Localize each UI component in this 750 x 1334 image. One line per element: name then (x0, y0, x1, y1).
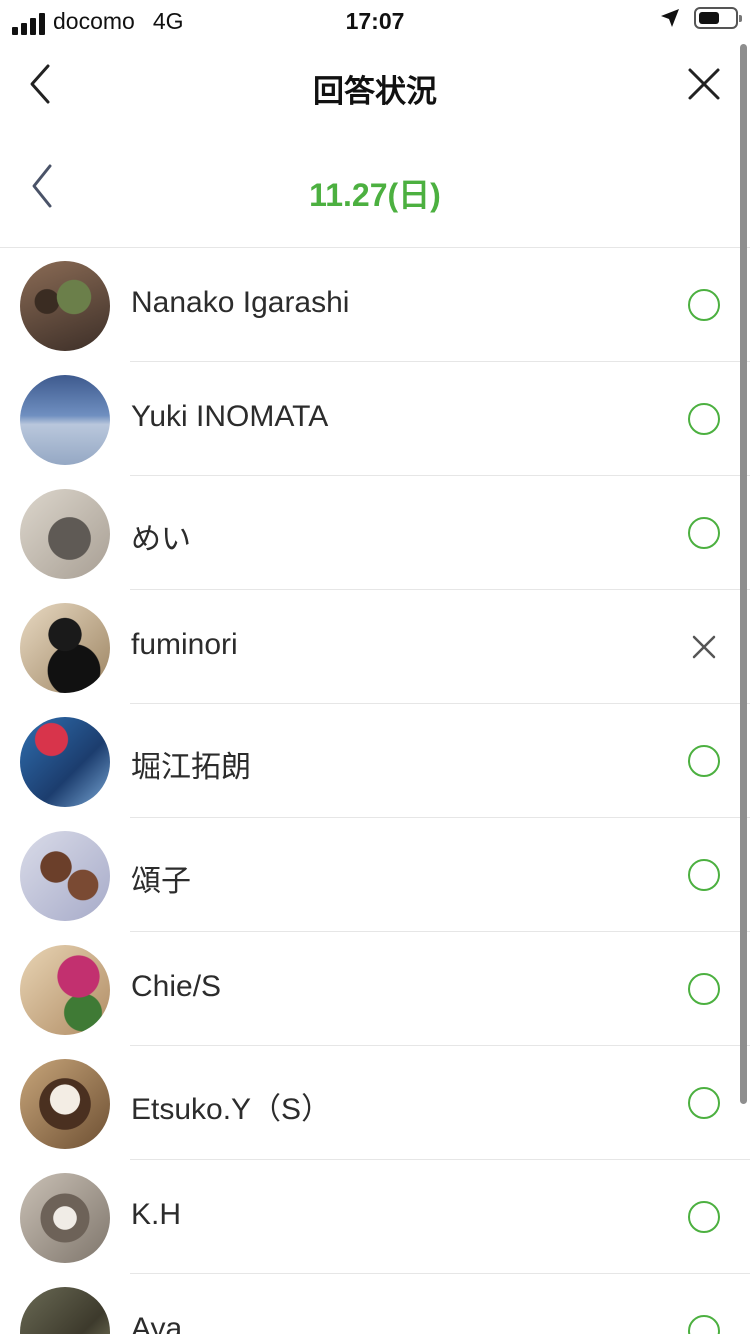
avatar (20, 717, 110, 807)
list-item[interactable]: Chie/S (0, 932, 750, 1046)
date-label: 11.27(日) (309, 177, 441, 213)
circle-icon (688, 1201, 720, 1233)
page-title: 回答状況 (313, 74, 437, 109)
status-right (660, 7, 742, 29)
list-item[interactable]: Aya (0, 1274, 750, 1334)
member-name: Aya (131, 1312, 183, 1334)
battery-fill (699, 12, 719, 24)
circle-icon (688, 289, 720, 321)
member-name: めい (131, 523, 191, 556)
status-bar: docomo 4G 17:07 (0, 0, 750, 42)
screen: docomo 4G 17:07 回答状況 11.27(日) Nanako Iga… (0, 0, 750, 1334)
member-name: 堀江拓朗 (131, 751, 251, 784)
list-item[interactable]: K.H (0, 1160, 750, 1274)
list-item[interactable]: Nanako Igarashi (0, 248, 750, 362)
circle-icon (688, 1315, 720, 1334)
location-arrow-icon (661, 9, 679, 27)
avatar (20, 489, 110, 579)
circle-icon (688, 1087, 720, 1119)
list-item[interactable]: Etsuko.Y（S） (0, 1046, 750, 1160)
header: 回答状況 (0, 42, 750, 128)
avatar (20, 261, 110, 351)
clock: 17:07 (345, 8, 405, 34)
circle-icon (688, 517, 720, 549)
close-button[interactable] (686, 66, 722, 102)
avatar (20, 1059, 110, 1149)
avatar (20, 375, 110, 465)
member-name: Etsuko.Y（S） (131, 1093, 332, 1126)
member-name: fuminori (131, 628, 238, 661)
avatar (20, 831, 110, 921)
member-name: Yuki INOMATA (131, 400, 329, 433)
avatar (20, 945, 110, 1035)
member-name: Nanako Igarashi (131, 286, 350, 319)
list-item[interactable]: めい (0, 476, 750, 590)
member-name: 頌子 (131, 865, 191, 898)
member-name: Chie/S (131, 970, 222, 1003)
circle-icon (688, 973, 720, 1005)
cross-icon (688, 631, 720, 663)
list-item[interactable]: Yuki INOMATA (0, 362, 750, 476)
circle-icon (688, 403, 720, 435)
battery-icon (694, 7, 742, 29)
circle-icon (688, 745, 720, 777)
scrollbar[interactable] (740, 44, 747, 1104)
avatar (20, 1173, 110, 1263)
list-item[interactable]: 堀江拓朗 (0, 704, 750, 818)
member-name: K.H (131, 1198, 182, 1231)
avatar (20, 1287, 110, 1334)
avatar (20, 603, 110, 693)
close-icon (688, 68, 720, 100)
date-navigator: 11.27(日) (0, 128, 750, 248)
list-item[interactable]: 頌子 (0, 818, 750, 932)
list-item[interactable]: fuminori (0, 590, 750, 704)
response-list: Nanako Igarashi Yuki INOMATA めい fuminori (0, 248, 750, 1334)
circle-icon (688, 859, 720, 891)
